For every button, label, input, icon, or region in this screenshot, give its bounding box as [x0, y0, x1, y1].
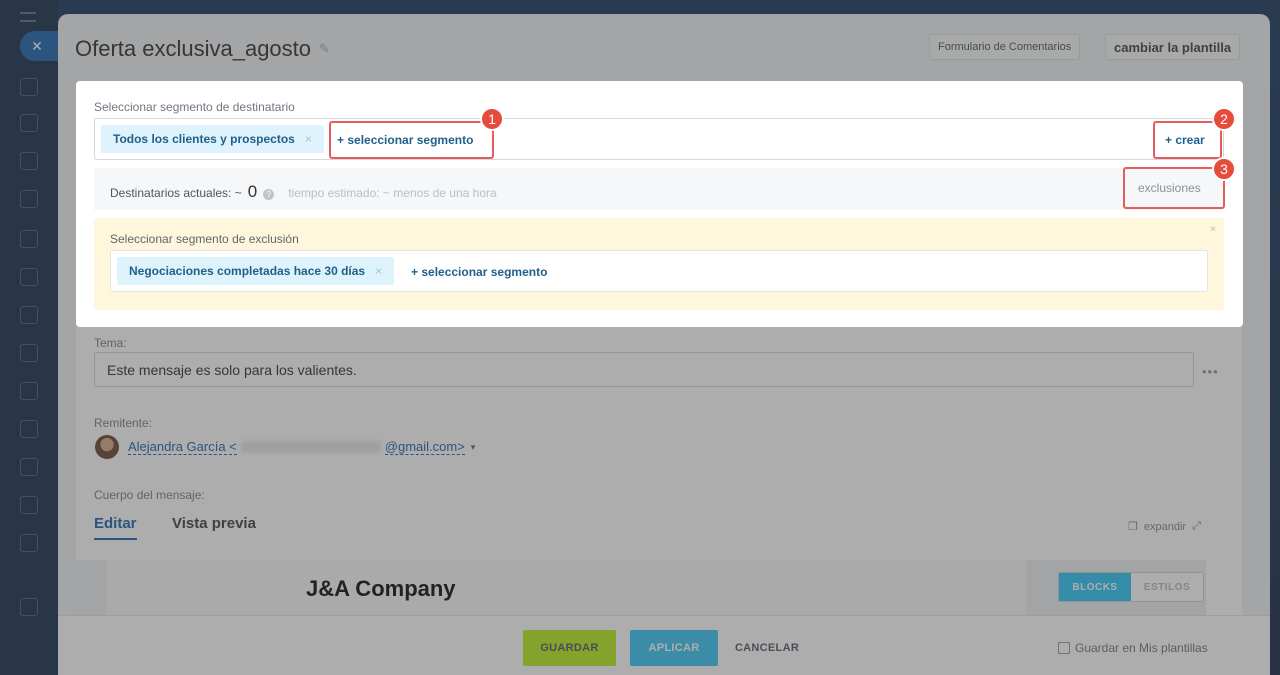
pencil-icon[interactable]: ✎ — [319, 41, 330, 57]
marketing-icon[interactable] — [20, 420, 38, 438]
help-icon[interactable] — [20, 598, 38, 616]
expand-button[interactable]: ❐ expandir ⤢ — [1128, 520, 1201, 533]
blocks-mode-button[interactable]: BLOCKS — [1059, 573, 1131, 601]
close-slider-button[interactable]: ✕ — [20, 31, 58, 61]
tab-preview[interactable]: Vista previa — [172, 515, 256, 532]
footer-bar: GUARDAR APLICAR CANCELAR Guardar en Mis … — [58, 615, 1270, 675]
exclusion-chip-label: Negociaciones completadas hace 30 días — [129, 264, 366, 278]
filter-icon[interactable] — [20, 152, 38, 170]
page-title-wrap: Oferta exclusiva_agosto ✎ — [75, 36, 330, 62]
exclusion-segment-field[interactable]: Negociaciones completadas hace 30 días ×… — [110, 250, 1208, 292]
sender-name: Alejandra García < — [128, 439, 237, 455]
styles-mode-button[interactable]: ESTILOS — [1131, 573, 1203, 601]
callout-badge-3: 3 — [1212, 157, 1236, 181]
left-rail — [0, 0, 58, 675]
recipient-segment-label: Seleccionar segmento de destinatario — [94, 100, 295, 114]
segment-chip-label: Todos los clientes y prospectos — [113, 132, 295, 146]
remove-chip-icon[interactable]: × — [375, 264, 382, 278]
email-redaction — [240, 441, 381, 453]
company-heading[interactable]: J&A Company — [306, 576, 456, 602]
subject-label: Tema: — [94, 336, 127, 350]
callout-box-select — [329, 121, 494, 159]
exclusion-chip[interactable]: Negociaciones completadas hace 30 días × — [117, 257, 395, 285]
inbox-icon[interactable] — [20, 190, 38, 208]
chevron-down-icon: ▾ — [470, 441, 476, 452]
help-icon[interactable]: ? — [263, 189, 275, 200]
callout-badge-1: 1 — [480, 107, 504, 131]
body-label: Cuerpo del mensaje: — [94, 488, 205, 502]
apply-button[interactable]: APLICAR — [630, 630, 718, 666]
sign-icon[interactable] — [20, 458, 38, 476]
editor-area: J&A Company BLOCKS ESTILOS — [76, 560, 1206, 620]
copy-icon: ❐ — [1128, 521, 1138, 533]
analytics-icon[interactable] — [20, 230, 38, 248]
recipient-segment-field[interactable]: Todos los clientes y prospectos × + sele… — [94, 118, 1224, 160]
close-icon: ✕ — [31, 37, 43, 54]
subject-input[interactable]: Este mensaje es solo para los valientes. — [94, 352, 1194, 387]
recipients-info-row: Destinatarios actuales: ~ 0 ? tiempo est… — [94, 168, 1224, 210]
estimated-time: tiempo estimado: ~ menos de una hora — [288, 186, 497, 200]
menu-icon[interactable] — [20, 12, 36, 22]
sender-label: Remitente: — [94, 416, 153, 430]
callout-box-exclusions — [1123, 167, 1225, 209]
current-recipients-label: Destinatarios actuales: ~ — [110, 186, 242, 200]
tasks-icon[interactable] — [20, 114, 38, 132]
more-options-icon[interactable]: ••• — [1202, 364, 1219, 379]
exclusion-select-segment-link[interactable]: + seleccionar segmento — [411, 265, 547, 279]
exclusion-panel: × Seleccionar segmento de exclusión Nego… — [94, 218, 1224, 310]
feedback-form-button[interactable]: Formulario de Comentarios — [929, 34, 1081, 60]
email-canvas[interactable]: J&A Company — [106, 560, 1026, 620]
close-icon[interactable]: × — [1210, 224, 1216, 235]
sites-icon[interactable] — [20, 306, 38, 324]
save-template-label: Guardar en Mis plantillas — [1075, 641, 1208, 655]
checkbox-icon — [1058, 642, 1070, 654]
segment-selection-panel: Seleccionar segmento de destinatario Tod… — [76, 81, 1243, 327]
sender-domain: @gmail.com> — [384, 439, 465, 455]
expand-label: expandir — [1143, 520, 1187, 533]
sender-selector[interactable]: Alejandra García < @gmail.com> ▾ — [128, 439, 475, 455]
drive-icon[interactable] — [20, 382, 38, 400]
avatar — [95, 435, 119, 459]
save-button[interactable]: GUARDAR — [523, 630, 616, 666]
chat-icon[interactable] — [20, 78, 38, 96]
callout-box-create — [1153, 121, 1222, 159]
expand-arrows-icon: ⤢ — [1192, 520, 1201, 532]
callout-badge-2: 2 — [1212, 107, 1236, 131]
editor-mode-switch: BLOCKS ESTILOS — [1058, 572, 1204, 602]
page-title: Oferta exclusiva_agosto — [75, 36, 312, 61]
current-recipients-count: 0 — [247, 182, 258, 201]
cancel-button[interactable]: CANCELAR — [732, 630, 802, 666]
docs-icon[interactable] — [20, 496, 38, 514]
save-template-checkbox[interactable]: Guardar en Mis plantillas — [1058, 641, 1208, 655]
recipients-summary: Destinatarios actuales: ~ 0 ? tiempo est… — [110, 182, 497, 202]
calendar-icon[interactable] — [20, 344, 38, 362]
tab-edit[interactable]: Editar — [94, 515, 137, 540]
segment-chip[interactable]: Todos los clientes y prospectos × — [101, 125, 324, 153]
cart-icon[interactable] — [20, 268, 38, 286]
exclusion-segment-label: Seleccionar segmento de exclusión — [110, 232, 299, 246]
change-template-button[interactable]: cambiar la plantilla — [1105, 34, 1241, 60]
settings-icon[interactable] — [20, 534, 38, 552]
remove-chip-icon[interactable]: × — [305, 132, 312, 146]
